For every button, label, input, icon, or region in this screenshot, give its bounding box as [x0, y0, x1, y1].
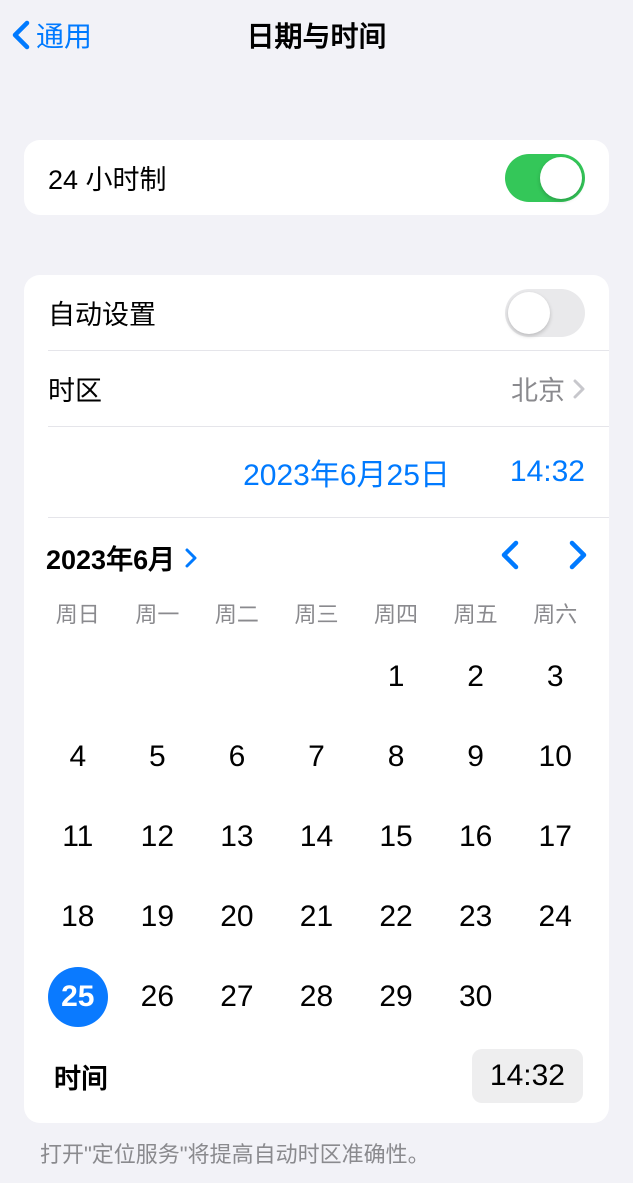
timezone-row[interactable]: 时区 北京 [24, 351, 609, 426]
day-cell[interactable]: 29 [356, 957, 436, 1037]
day-cell[interactable]: 4 [38, 717, 118, 797]
day-cell[interactable]: 9 [436, 717, 516, 797]
day-blank [277, 637, 357, 717]
month-picker-button[interactable]: 2023年6月 [46, 538, 197, 577]
day-cell[interactable]: 1 [356, 637, 436, 717]
time-label: 时间 [54, 1057, 108, 1096]
day-cell[interactable]: 11 [38, 797, 118, 877]
day-cell[interactable]: 8 [356, 717, 436, 797]
day-cell[interactable]: 10 [515, 717, 595, 797]
weekday-header: 周六 [515, 597, 595, 629]
day-cell[interactable]: 23 [436, 877, 516, 957]
weekday-header: 周二 [197, 597, 277, 629]
day-cell[interactable]: 24 [515, 877, 595, 957]
day-cell[interactable]: 15 [356, 797, 436, 877]
day-cell[interactable]: 27 [197, 957, 277, 1037]
day-cell[interactable]: 22 [356, 877, 436, 957]
day-cell[interactable]: 13 [197, 797, 277, 877]
calendar: 2023年6月 周日周一周二周三周四周五周六 12345678910111213… [24, 518, 609, 1123]
day-blank [118, 637, 198, 717]
weekday-header: 周五 [436, 597, 516, 629]
day-cell[interactable]: 21 [277, 877, 357, 957]
day-cell[interactable]: 17 [515, 797, 595, 877]
day-cell[interactable]: 3 [515, 637, 595, 717]
weekday-header: 周日 [38, 597, 118, 629]
chevron-right-icon [185, 548, 197, 568]
day-cell[interactable]: 14 [277, 797, 357, 877]
day-cell[interactable]: 20 [197, 877, 277, 957]
day-cell[interactable]: 7 [277, 717, 357, 797]
weekday-header: 周三 [277, 597, 357, 629]
day-cell[interactable]: 25 [38, 957, 118, 1037]
day-cell[interactable]: 16 [436, 797, 516, 877]
twenty-four-hour-row: 24 小时制 [24, 140, 609, 215]
auto-set-switch[interactable] [505, 289, 585, 337]
back-label: 通用 [36, 15, 92, 55]
chevron-right-icon [573, 379, 585, 399]
day-cell[interactable]: 6 [197, 717, 277, 797]
weekday-header: 周四 [356, 597, 436, 629]
weekday-header: 周一 [118, 597, 198, 629]
auto-set-row: 自动设置 [24, 275, 609, 350]
day-cell[interactable]: 18 [38, 877, 118, 957]
selected-date-display[interactable]: 2023年6月25日 [243, 450, 450, 494]
day-cell[interactable]: 12 [118, 797, 198, 877]
day-blank [38, 637, 118, 717]
day-cell[interactable]: 5 [118, 717, 198, 797]
timezone-value: 北京 [511, 369, 565, 408]
back-button[interactable]: 通用 [12, 15, 92, 55]
twenty-four-hour-switch[interactable] [505, 154, 585, 202]
month-label: 2023年6月 [46, 538, 175, 577]
chevron-right-icon [569, 540, 587, 570]
auto-set-label: 自动设置 [48, 293, 156, 332]
chevron-left-icon [12, 20, 30, 50]
selected-time-display[interactable]: 14:32 [510, 455, 585, 489]
day-cell[interactable]: 30 [436, 957, 516, 1037]
day-cell[interactable]: 19 [118, 877, 198, 957]
footer-hint: 打开"定位服务"将提高自动时区准确性。 [0, 1123, 633, 1169]
day-cell[interactable]: 26 [118, 957, 198, 1037]
day-blank [197, 637, 277, 717]
prev-month-button[interactable] [501, 540, 519, 575]
day-cell[interactable]: 2 [436, 637, 516, 717]
timezone-label: 时区 [48, 369, 102, 408]
twenty-four-hour-label: 24 小时制 [48, 158, 167, 197]
page-title: 日期与时间 [246, 15, 386, 55]
chevron-left-icon [501, 540, 519, 570]
time-picker-button[interactable]: 14:32 [472, 1049, 583, 1103]
selected-datetime-row: 2023年6月25日 14:32 [24, 427, 609, 517]
day-cell[interactable]: 28 [277, 957, 357, 1037]
next-month-button[interactable] [569, 540, 587, 575]
